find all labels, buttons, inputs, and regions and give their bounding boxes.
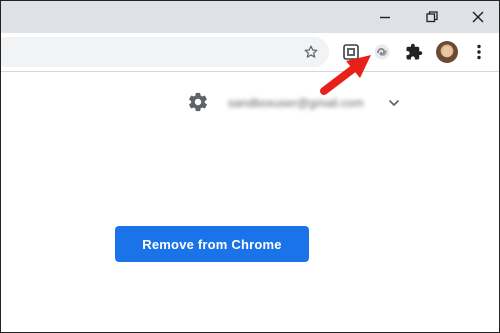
title-bar	[1, 1, 499, 33]
store-header: sandboxuser@gmail.com	[1, 72, 499, 134]
star-bookmark-icon	[304, 45, 318, 58]
account-email[interactable]: sandboxuser@gmail.com	[228, 96, 364, 110]
extension-button-2[interactable]	[370, 40, 394, 64]
arrow-pointer-icon	[320, 55, 371, 95]
account-menu-toggle[interactable]	[388, 96, 400, 114]
restore-button[interactable]	[412, 1, 452, 33]
browser-toolbar	[1, 33, 499, 72]
profile-avatar-icon[interactable]	[436, 41, 458, 63]
chevron-down-icon	[389, 100, 399, 106]
address-bar[interactable]	[1, 37, 329, 67]
puzzle-extensions-icon	[406, 43, 423, 60]
extension-detail-content: Remove from Chrome	[1, 134, 499, 332]
gear-icon	[189, 92, 207, 112]
close-button[interactable]	[458, 1, 498, 33]
extensions-menu-button[interactable]	[402, 40, 426, 64]
extension-icon	[374, 44, 390, 60]
restore-icon	[426, 11, 438, 23]
browser-window: sandboxuser@gmail.com Remove from Chrome	[0, 0, 500, 333]
remove-from-chrome-button[interactable]: Remove from Chrome	[115, 226, 309, 262]
minimize-icon	[380, 16, 390, 19]
settings-button[interactable]	[187, 91, 209, 118]
more-menu-icon	[477, 44, 481, 60]
more-menu-button[interactable]	[467, 40, 491, 64]
close-icon	[472, 11, 484, 23]
minimize-button[interactable]	[365, 1, 405, 33]
